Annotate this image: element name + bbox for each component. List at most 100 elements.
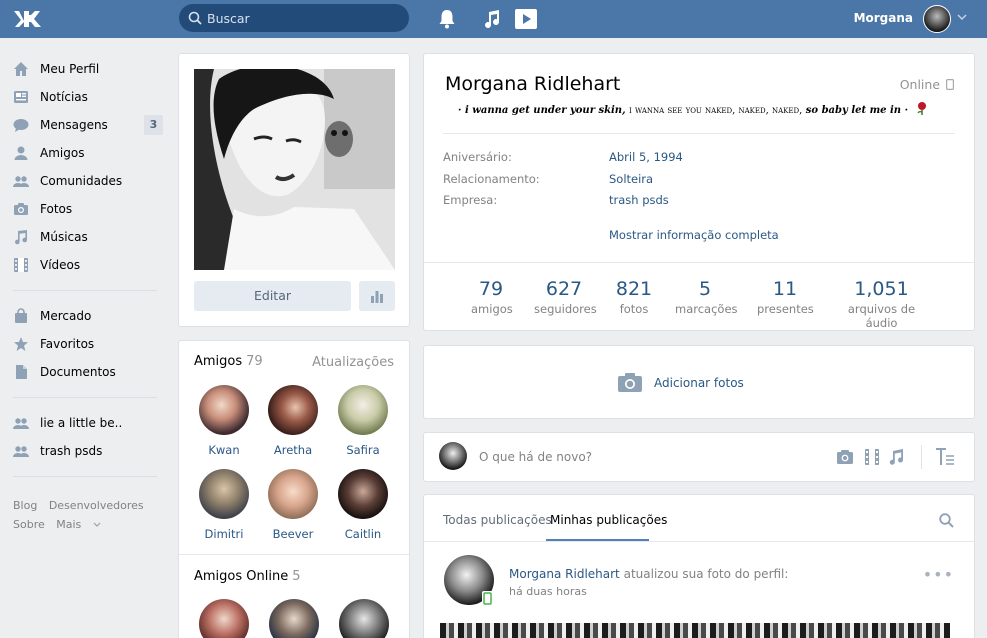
friend-item[interactable]: Kwan — [189, 385, 259, 457]
user-icon — [14, 146, 28, 160]
online-friend-avatar[interactable] — [269, 599, 319, 638]
doc-icon — [16, 365, 27, 379]
menu-item-friends[interactable]: Amigos — [13, 139, 163, 167]
bar-chart-icon — [371, 291, 383, 303]
friends-updates-link[interactable]: Atualizações — [312, 355, 394, 370]
friend-item[interactable]: Safira — [328, 385, 398, 457]
text-format-icon[interactable] — [935, 448, 955, 466]
add-photos-link[interactable]: Adicionar fotos — [654, 376, 744, 390]
film-icon — [14, 258, 28, 272]
tab-my-posts[interactable]: Minhas publicações — [550, 513, 667, 527]
counter-tags[interactable]: 5 marcações — [675, 278, 738, 316]
online-friend-avatar[interactable] — [339, 599, 389, 638]
counter-label: fotos — [619, 302, 649, 316]
footer-devs-link[interactable]: Desenvolvedores — [49, 499, 144, 512]
camera-icon[interactable] — [836, 449, 854, 465]
menu-item-profile[interactable]: Meu Perfil — [13, 55, 163, 83]
menu-divider — [13, 476, 157, 477]
home-icon — [14, 62, 28, 76]
bell-icon[interactable] — [438, 9, 456, 29]
stats-button[interactable] — [359, 281, 395, 311]
video-play-icon[interactable] — [514, 8, 538, 30]
info-company-value[interactable]: trash psds — [609, 193, 669, 207]
post-time[interactable]: há duas horas — [509, 585, 587, 598]
counter-audio[interactable]: 1,051 arquivos de áudio — [834, 278, 929, 330]
counter-gifts[interactable]: 11 presentes — [757, 278, 814, 316]
friend-item[interactable]: Aretha — [258, 385, 328, 457]
footer-more-label: Mais — [56, 518, 82, 531]
edit-profile-button[interactable]: Editar — [194, 281, 351, 311]
music-icon[interactable] — [889, 449, 904, 465]
menu-item-group-trash[interactable]: trash psds — [13, 437, 163, 465]
footer-blog-link[interactable]: Blog — [13, 499, 37, 512]
menu-label: Notícias — [40, 90, 88, 104]
menu-item-news[interactable]: Notícias — [13, 83, 163, 111]
counter-friends[interactable]: 79 amigos — [471, 278, 513, 316]
counter-label: marcações — [675, 302, 738, 316]
friend-item[interactable]: Beever — [258, 469, 328, 541]
profile-photo[interactable] — [194, 69, 395, 270]
online-friend-avatar[interactable] — [199, 599, 249, 638]
music-note-icon[interactable] — [484, 9, 500, 29]
menu-label: Comunidades — [40, 174, 123, 188]
counter-value: 5 — [698, 278, 712, 300]
search-icon[interactable] — [939, 513, 954, 528]
post-author-link[interactable]: Morgana Ridlehart — [509, 567, 620, 581]
menu-item-music[interactable]: Músicas — [13, 223, 163, 251]
menu-item-favorites[interactable]: Favoritos — [13, 330, 163, 358]
menu-item-communities[interactable]: Comunidades — [13, 167, 163, 195]
menu-item-videos[interactable]: Vídeos — [13, 251, 163, 279]
counter-followers[interactable]: 627 seguidores — [534, 278, 597, 316]
users-icon — [13, 418, 29, 429]
counter-value: 821 — [615, 278, 653, 300]
menu-label: Músicas — [40, 230, 88, 244]
header-user-name[interactable]: Morgana — [854, 11, 913, 25]
online-friends-title[interactable]: Amigos Online 5 — [194, 569, 301, 584]
composer-divider — [921, 445, 922, 469]
menu-item-photos[interactable]: Fotos — [13, 195, 163, 223]
info-relationship-value[interactable]: Solteira — [609, 172, 653, 186]
film-icon[interactable] — [865, 449, 879, 465]
menu-item-messages[interactable]: Mensagens 3 — [13, 111, 163, 139]
post-menu-icon[interactable]: ••• — [923, 565, 954, 584]
post-image[interactable] — [440, 623, 950, 638]
camera-icon[interactable] — [617, 372, 643, 393]
status-dot: · — [904, 105, 909, 116]
messages-badge: 3 — [144, 115, 163, 135]
online-status: Online — [900, 77, 955, 92]
footer-about-link[interactable]: Sobre — [13, 518, 45, 531]
tab-all-posts[interactable]: Todas publicações — [443, 513, 552, 527]
friend-name: Dimitri — [204, 527, 244, 541]
status-part: so baby let me in — [805, 105, 902, 116]
footer-more-link[interactable]: Mais — [56, 518, 101, 531]
menu-item-group-lie[interactable]: lie a little be.. — [13, 409, 163, 437]
info-birthday-value[interactable]: Abril 5, 1994 — [609, 150, 683, 164]
menu-item-documents[interactable]: Documentos — [13, 358, 163, 386]
camera-icon — [14, 203, 28, 215]
friends-divider — [179, 554, 409, 555]
menu-label: Vídeos — [40, 258, 81, 272]
friend-name: Beever — [272, 527, 314, 541]
friends-title[interactable]: Amigos 79 — [194, 354, 263, 369]
chevron-down-icon[interactable] — [957, 13, 967, 21]
friend-name: Aretha — [273, 443, 313, 457]
counter-photos[interactable]: 821 fotos — [614, 278, 654, 316]
header-avatar[interactable] — [923, 5, 951, 33]
profile-status-text[interactable]: · i wanna get under your skin, i wanna s… — [458, 101, 928, 116]
composer-input[interactable]: O que há de novo? — [479, 450, 592, 464]
post-header: Morgana Ridlehart atualizou sua foto do … — [509, 567, 788, 581]
search-box[interactable]: Buscar — [179, 4, 409, 32]
friend-avatar — [268, 385, 318, 435]
menu-label: Mensagens — [40, 118, 108, 132]
photos-card: Adicionar fotos — [423, 345, 975, 419]
friend-item[interactable]: Dimitri — [189, 469, 259, 541]
online-friends-label: Amigos Online — [194, 569, 289, 584]
vk-logo[interactable] — [12, 8, 48, 30]
online-friends-count: 5 — [292, 569, 301, 584]
post-composer: O que há de novo? — [423, 432, 975, 482]
show-full-info-link[interactable]: Mostrar informação completa — [609, 228, 779, 242]
profile-counters: 79 amigos 627 seguidores 821 fotos 5 mar… — [424, 262, 974, 332]
menu-item-market[interactable]: Mercado — [13, 302, 163, 330]
friend-item[interactable]: Caitlin — [328, 469, 398, 541]
info-label: Relacionamento: — [443, 172, 540, 186]
